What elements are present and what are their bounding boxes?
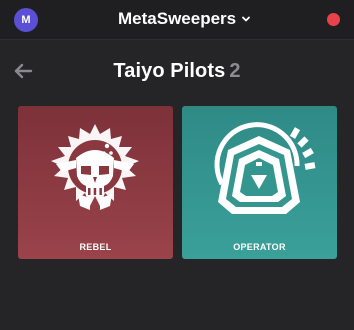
top-bar: M MetaSweepers — [0, 0, 354, 40]
triangle-shield-emblem — [214, 122, 316, 214]
pilot-card-rebel-label: REBEL — [79, 242, 112, 252]
status-indicator — [327, 13, 340, 26]
workspace-name: MetaSweepers — [118, 9, 237, 28]
page-title-text: Taiyo Pilots — [113, 60, 226, 82]
pilot-card-rebel[interactable]: REBEL — [18, 106, 173, 259]
pilot-count: 2 — [229, 60, 241, 82]
avatar[interactable]: M — [14, 8, 38, 32]
workspace-switcher[interactable]: MetaSweepers — [118, 8, 251, 30]
skull-gear-emblem — [51, 124, 139, 210]
page-title: Taiyo Pilots 2 — [0, 60, 354, 83]
page-header: Taiyo Pilots 2 — [0, 40, 354, 104]
pilot-card-operator-label: OPERATOR — [233, 242, 286, 252]
chevron-down-icon — [242, 16, 251, 22]
pilot-card-operator[interactable]: OPERATOR — [182, 106, 337, 259]
